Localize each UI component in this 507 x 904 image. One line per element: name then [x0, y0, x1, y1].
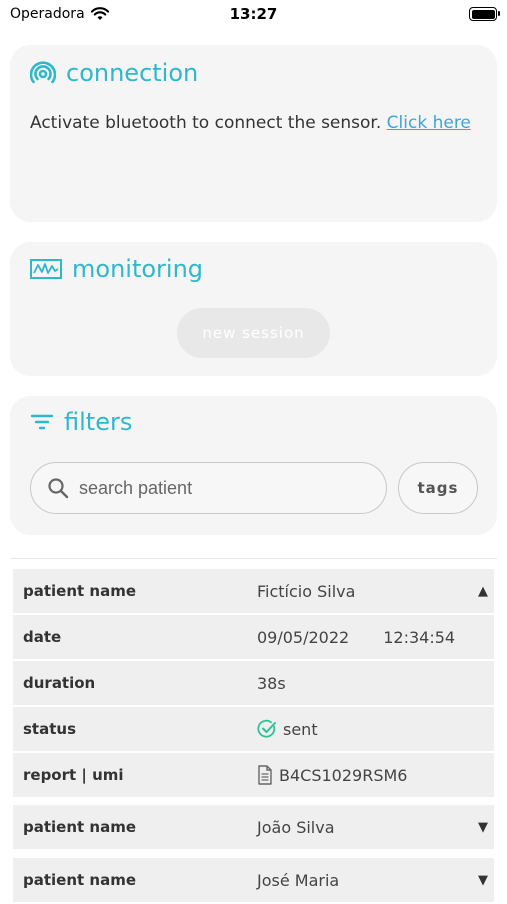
expand-arrow-icon[interactable]: ▼ — [478, 873, 488, 888]
bluetooth-instruction: Activate bluetooth to connect the sensor… — [30, 113, 382, 133]
new-session-button[interactable]: new session — [177, 308, 330, 358]
expand-arrow-icon[interactable]: ▼ — [478, 820, 488, 835]
date-text: 09/05/2022 — [257, 627, 350, 647]
status-bar: Operadora 13:27 — [0, 0, 507, 30]
report-label: report | umi — [23, 766, 124, 784]
patient-name-value: Fictício Silva — [257, 581, 356, 601]
status-label: status — [23, 720, 76, 738]
date-value: 09/05/2022 12:34:54 — [257, 628, 455, 647]
connection-title: connection — [66, 59, 199, 87]
record-header-row[interactable]: patient name João Silva ▼ — [13, 805, 494, 849]
patient-name-label: patient name — [23, 871, 137, 889]
report-value[interactable]: B4CS1029RSM6 — [257, 765, 407, 785]
patient-name-value: João Silva — [257, 817, 335, 837]
date-label: date — [23, 628, 62, 646]
tags-button[interactable]: tags — [398, 462, 478, 514]
filters-card: filters tags — [10, 396, 497, 535]
click-here-link[interactable]: Click here — [387, 113, 471, 133]
connection-message: Activate bluetooth to connect the sensor… — [30, 113, 471, 133]
record-header-row[interactable]: patient name José Maria ▼ — [13, 858, 494, 902]
clock: 13:27 — [229, 5, 278, 23]
status-text: sent — [283, 719, 318, 739]
duration-label: duration — [23, 674, 96, 692]
record-collapsed[interactable]: patient name João Silva ▼ — [13, 805, 494, 851]
sensor-signal-icon — [30, 60, 56, 86]
patient-name-value: José Maria — [257, 870, 340, 890]
filters-header: filters — [30, 408, 132, 436]
record-duration-row: duration 38s — [13, 661, 494, 705]
monitor-waveform-icon — [30, 259, 62, 279]
connection-header: connection — [30, 59, 198, 87]
filters-title: filters — [64, 408, 133, 436]
search-patient-input[interactable] — [79, 477, 359, 499]
monitoring-header: monitoring — [30, 255, 203, 283]
record-expanded: patient name Fictício Silva ▲ date 09/05… — [13, 569, 494, 799]
patient-name-label: patient name — [23, 582, 137, 600]
divider — [10, 558, 497, 559]
monitoring-title: monitoring — [72, 255, 204, 283]
monitoring-card: monitoring new session — [10, 242, 497, 376]
record-date-row: date 09/05/2022 12:34:54 — [13, 615, 494, 659]
check-circle-icon — [257, 719, 276, 738]
time-text: 12:34:54 — [383, 627, 456, 647]
record-report-row[interactable]: report | umi B4CS1029RSM6 — [13, 753, 494, 797]
record-status-row: status sent — [13, 707, 494, 751]
search-field[interactable] — [30, 462, 387, 514]
patient-name-label: patient name — [23, 818, 137, 836]
battery-icon — [469, 7, 500, 21]
record-header-row[interactable]: patient name Fictício Silva ▲ — [13, 569, 494, 613]
collapse-arrow-icon[interactable]: ▲ — [478, 584, 488, 599]
duration-value: 38s — [257, 673, 286, 693]
status-value: sent — [257, 719, 318, 739]
document-icon — [258, 765, 272, 785]
report-id: B4CS1029RSM6 — [279, 765, 408, 785]
connection-card: connection Activate bluetooth to connect… — [10, 45, 497, 222]
filter-icon — [30, 412, 54, 432]
record-collapsed[interactable]: patient name José Maria ▼ — [13, 858, 494, 904]
search-icon — [48, 478, 69, 499]
